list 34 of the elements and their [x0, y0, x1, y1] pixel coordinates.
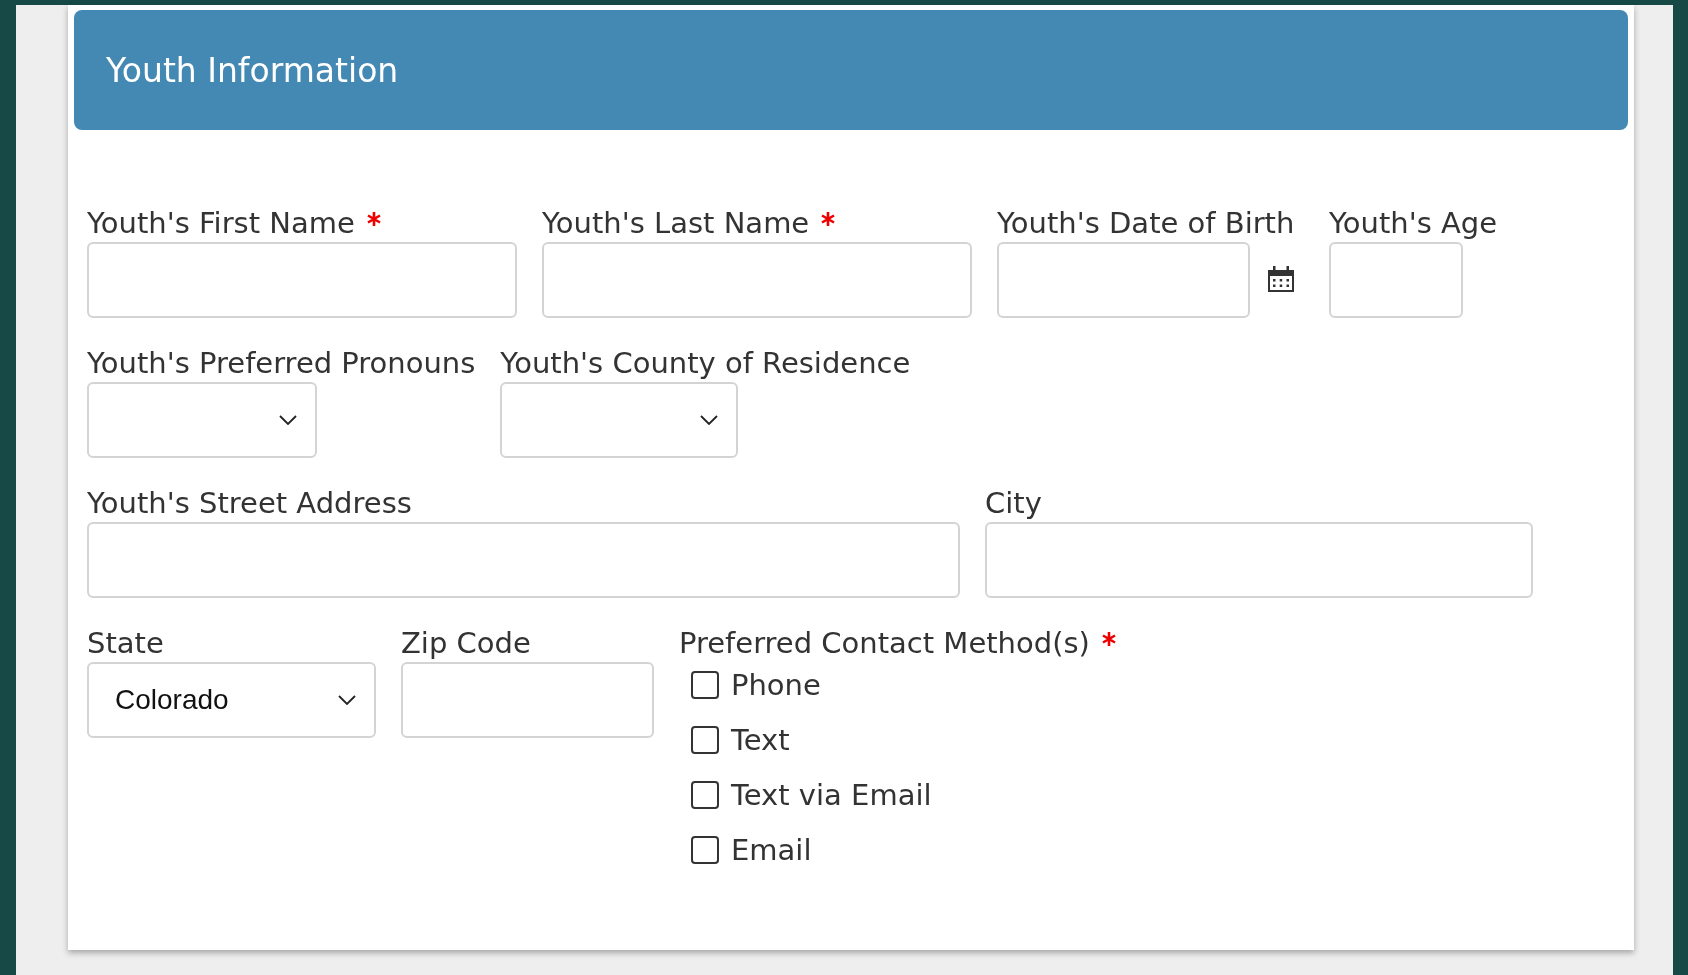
text-input[interactable] [985, 522, 1533, 598]
field-label: Youth's County of Residence [500, 346, 911, 380]
text-input[interactable] [87, 242, 517, 318]
chevron-down-icon [279, 415, 297, 425]
checkbox[interactable] [691, 726, 719, 754]
checkbox[interactable] [691, 836, 719, 864]
field-label: Youth's First Name [87, 206, 355, 240]
field-label: Preferred Contact Method(s) [679, 626, 1090, 660]
checkbox-label: Text [731, 723, 790, 757]
text-input[interactable] [1329, 242, 1463, 318]
calendar-icon[interactable] [1266, 265, 1296, 295]
field-label: Youth's Preferred Pronouns [87, 346, 476, 380]
checkbox[interactable] [691, 781, 719, 809]
field-label: Youth's Age [1329, 206, 1498, 240]
text-input[interactable] [401, 662, 654, 738]
field-label: Zip Code [401, 626, 531, 660]
checkbox-label: Text via Email [731, 778, 932, 812]
field-label: Youth's Date of Birth [997, 206, 1295, 240]
select-field[interactable]: Colorado [87, 662, 376, 738]
field-label: Youth's Street Address [87, 486, 412, 520]
field-label: State [87, 626, 164, 660]
checkbox[interactable] [691, 671, 719, 699]
chevron-down-icon [338, 695, 356, 705]
section-title: Youth Information [106, 50, 399, 90]
checkbox-label: Phone [731, 668, 821, 702]
checkbox-label: Email [731, 833, 812, 867]
field-label: City [985, 486, 1042, 520]
date-input[interactable] [997, 242, 1250, 318]
field-label: Youth's Last Name [542, 206, 810, 240]
text-input[interactable] [87, 522, 960, 598]
chevron-down-icon [700, 415, 719, 425]
select-field[interactable] [500, 382, 739, 458]
select-field[interactable] [87, 382, 317, 458]
text-input[interactable] [542, 242, 972, 318]
